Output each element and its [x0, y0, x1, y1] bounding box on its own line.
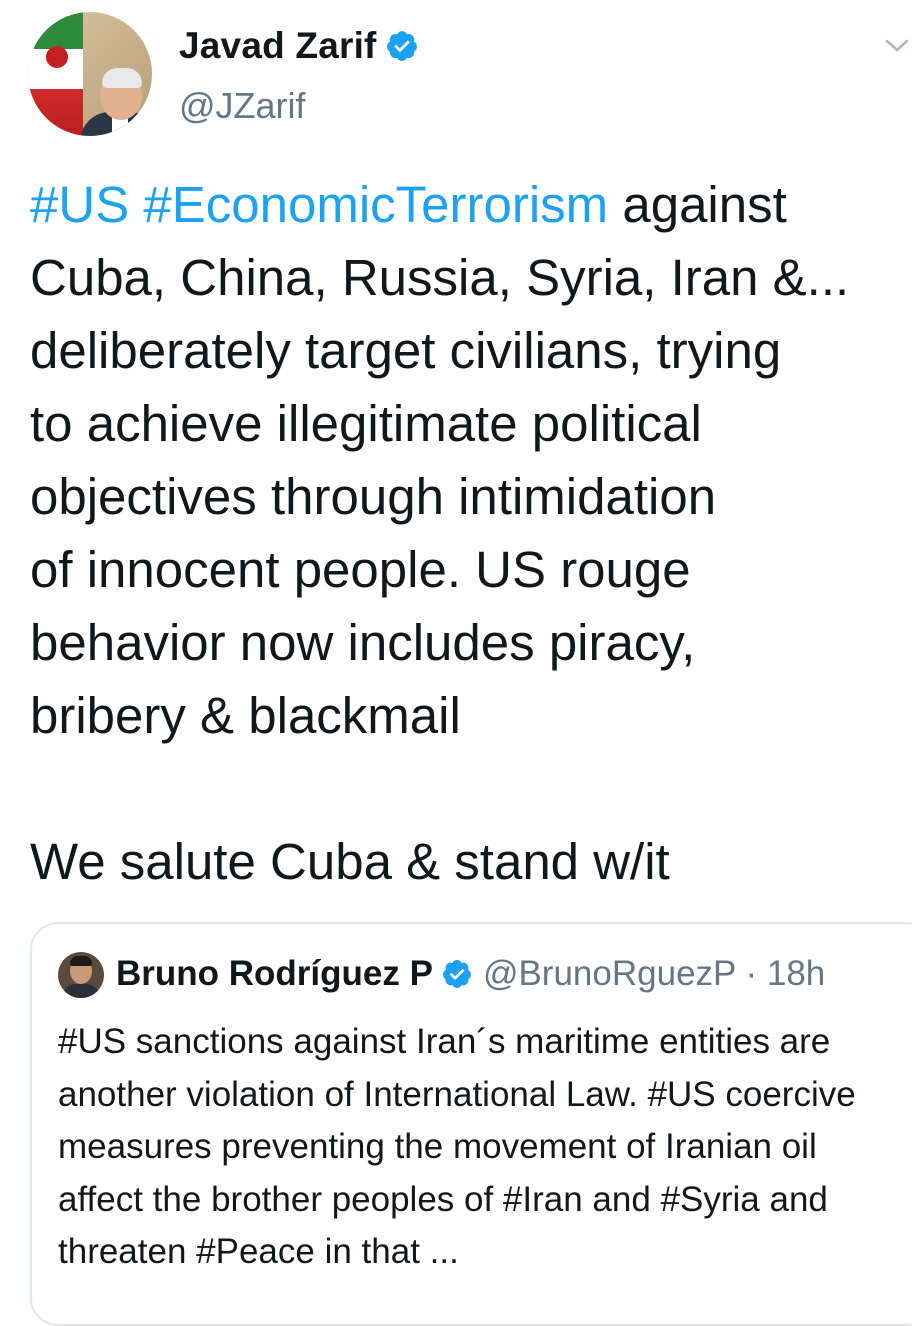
quoted-tweet[interactable]: Bruno Rodríguez P @BrunoRguezP · 18h #US … — [30, 922, 912, 1326]
quoted-avatar-hair — [70, 956, 92, 966]
flag-background — [28, 12, 83, 136]
flag-emblem — [46, 46, 68, 68]
verified-badge-icon — [441, 955, 473, 1003]
quoted-author-name[interactable]: Bruno Rodríguez P — [116, 954, 433, 993]
tweet-body-text: against Cuba, China, Russia, Syria, Iran… — [30, 176, 850, 890]
avatar-hair — [102, 68, 142, 88]
quoted-tweet-header: Bruno Rodríguez P @BrunoRguezP · 18h — [116, 950, 825, 1003]
quoted-avatar-suit — [62, 984, 100, 998]
author-avatar[interactable] — [28, 12, 152, 136]
quoted-author-avatar[interactable] — [58, 952, 104, 998]
separator-dot: · — [736, 954, 767, 993]
quoted-author-handle[interactable]: @BrunoRguezP — [483, 954, 736, 993]
author-handle[interactable]: @JZarif — [179, 84, 306, 128]
quoted-tweet-text: #US sanctions against Iran´s maritime en… — [58, 1022, 856, 1271]
tweet[interactable]: Javad Zarif @JZarif #US #EconomicTerrori… — [0, 0, 912, 1326]
author-name[interactable]: Javad Zarif — [179, 25, 377, 66]
hashtag-link[interactable]: #US #EconomicTerrorism — [30, 176, 608, 233]
chevron-down-icon[interactable] — [884, 34, 910, 56]
tweet-text: #US #EconomicTerrorism against Cuba, Chi… — [30, 168, 905, 898]
separator-glyph: · — [745, 954, 758, 993]
quoted-tweet-time[interactable]: 18h — [767, 954, 825, 993]
author-name-row[interactable]: Javad Zarif — [179, 24, 419, 73]
verified-badge-icon — [385, 29, 419, 73]
